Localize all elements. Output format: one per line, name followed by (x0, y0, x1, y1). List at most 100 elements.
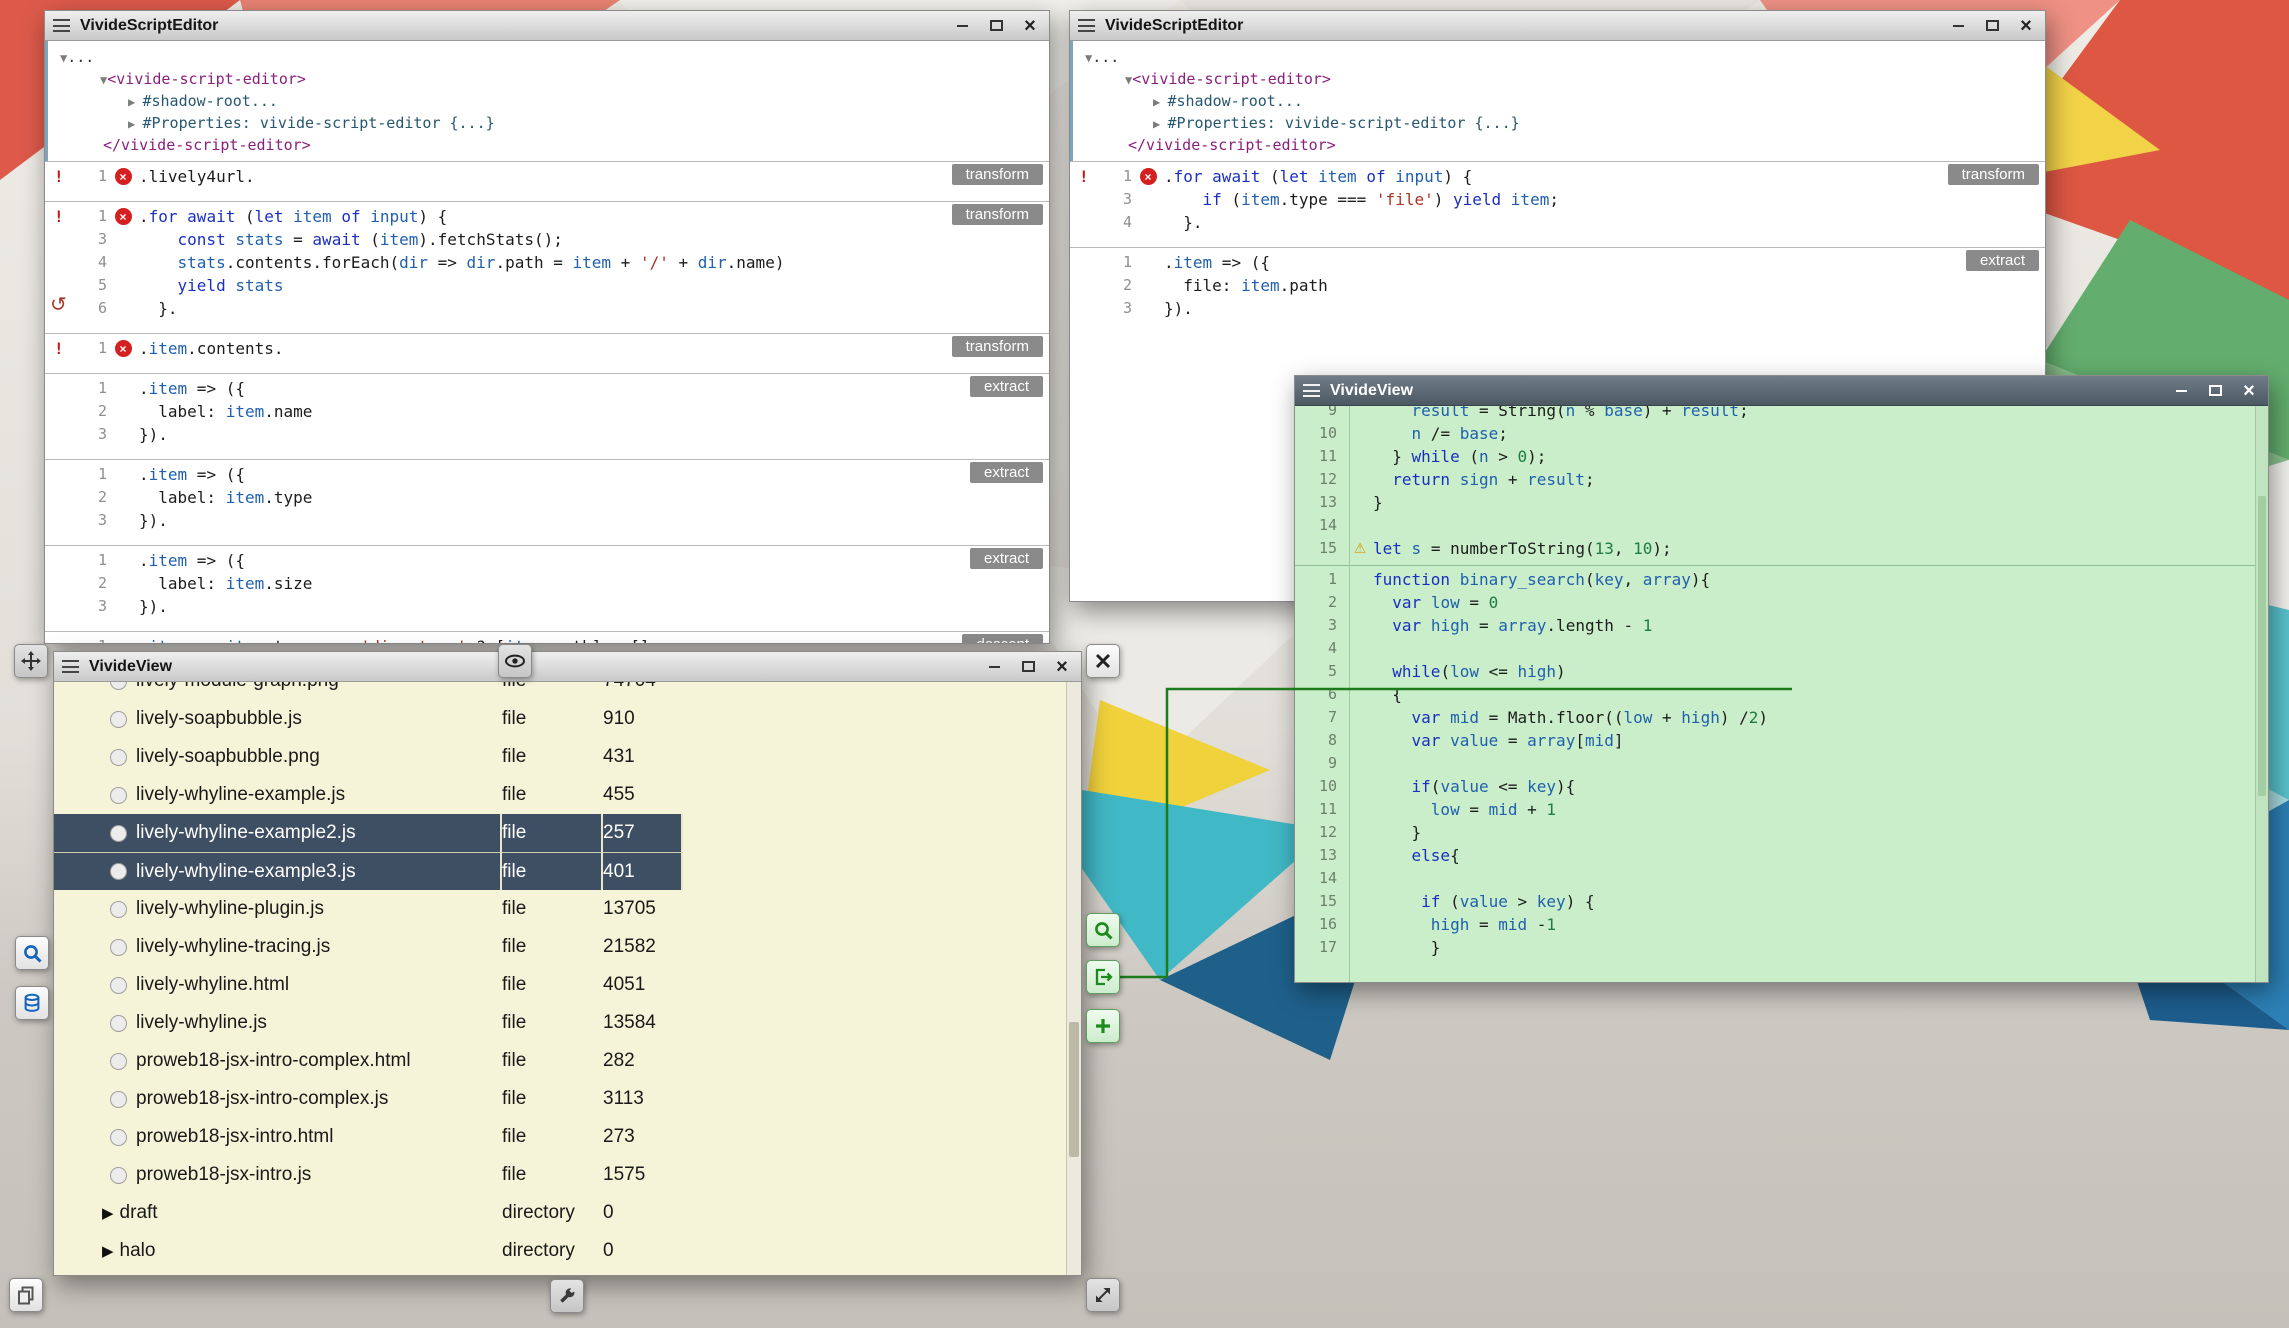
minimize-button[interactable] (951, 17, 973, 35)
script-type-badge[interactable]: transform (952, 164, 1043, 185)
file-row[interactable]: proweb18-jsx-intro.jsfile1575 (54, 1156, 683, 1194)
dom-tree-node[interactable]: ▼... (48, 47, 1049, 69)
window-vivide-view-code: VivideView × 9 result = String(n % base)… (1294, 375, 2269, 983)
dom-tree[interactable]: ▼...▼<vivide-script-editor>▶ #shadow-roo… (45, 41, 1049, 161)
maximize-button[interactable] (985, 17, 1007, 35)
dom-tree-node[interactable]: ▶ #Properties: vivide-script-editor {...… (1073, 113, 2045, 135)
search-button[interactable] (15, 936, 49, 970)
copy-icon (16, 1285, 36, 1305)
file-list-body: lively-module-graph.pngfile74704lively-s… (54, 682, 1081, 1275)
close-button[interactable]: × (2238, 382, 2260, 400)
close-button[interactable]: × (1019, 17, 1041, 35)
dom-tree-node[interactable]: </vivide-script-editor> (48, 135, 1049, 156)
script-section[interactable]: extract1.item => ({2 file: item.path3}). (1070, 247, 2045, 333)
file-name: proweb18-jsx-intro-complex.js (136, 1088, 388, 1110)
titlebar[interactable]: VivideView × (54, 652, 1081, 682)
dom-tree-node[interactable]: ▶ #shadow-root... (1073, 91, 2045, 113)
script-section[interactable]: transform!1×.for await (let item of inpu… (45, 201, 1049, 333)
script-type-badge[interactable]: transform (952, 204, 1043, 225)
script-type-badge[interactable]: extract (1966, 250, 2039, 271)
dom-tree-node[interactable]: ▼... (1073, 47, 2045, 69)
file-row[interactable]: lively-whyline.htmlfile4051 (54, 966, 683, 1004)
close-button[interactable]: × (2015, 17, 2037, 35)
code-section[interactable]: 1function binary_search(key, array){2 va… (1295, 565, 2268, 964)
window-title: VivideView (1330, 382, 1413, 400)
add-view-button[interactable] (1086, 1009, 1120, 1043)
scrollbar[interactable] (2255, 406, 2268, 982)
directory-row[interactable]: ▶halodirectory0 (54, 1232, 683, 1270)
script-section[interactable]: transform!1×.lively4url. (45, 161, 1049, 201)
file-row[interactable]: lively-whyline.jsfile13584 (54, 1004, 683, 1042)
titlebar[interactable]: VivideScriptEditor × (1070, 11, 2045, 41)
file-row[interactable]: proweb18-jsx-intro-complex.htmlfile282 (54, 1042, 683, 1080)
dom-tree-node[interactable]: </vivide-script-editor> (1073, 135, 2045, 156)
hamburger-menu-icon[interactable] (53, 19, 70, 32)
search-script-button[interactable] (1086, 913, 1120, 947)
script-section[interactable]: transform!1×.item.contents. (45, 333, 1049, 373)
dom-tree-node[interactable]: ▼<vivide-script-editor> (48, 69, 1049, 91)
script-section[interactable]: descent1.item => item.type === 'director… (45, 631, 1049, 643)
hamburger-menu-icon[interactable] (1303, 384, 1320, 397)
script-type-badge[interactable]: transform (952, 336, 1043, 357)
maximize-button[interactable] (1981, 17, 2003, 35)
maximize-button[interactable] (2204, 382, 2226, 400)
titlebar[interactable]: VivideScriptEditor × (45, 11, 1049, 41)
dom-tree-node[interactable]: ▼<vivide-script-editor> (1073, 69, 2045, 91)
tools-button[interactable] (550, 1279, 584, 1313)
script-section[interactable]: extract1.item => ({2 label: item.size3})… (45, 545, 1049, 631)
script-type-badge[interactable]: transform (1948, 164, 2039, 185)
minimize-button[interactable] (1947, 17, 1969, 35)
window-title: VivideView (89, 658, 172, 676)
directory-row[interactable]: ▶draftdirectory0 (54, 1194, 683, 1232)
file-row[interactable]: lively-whyline-example.jsfile455 (54, 776, 683, 814)
scrollbar-thumb[interactable] (1069, 1022, 1079, 1157)
script-type-badge[interactable]: extract (970, 548, 1043, 569)
file-row[interactable]: lively-whyline-example3.jsfile401 (54, 852, 683, 890)
titlebar[interactable]: VivideView × (1295, 376, 2268, 406)
magnifier-icon (22, 943, 43, 964)
drag-handle-button[interactable] (14, 644, 48, 678)
expand-triangle-icon[interactable]: ▶ (102, 1204, 114, 1222)
hamburger-menu-icon[interactable] (1078, 19, 1095, 32)
dom-tree-node[interactable]: ▶ #Properties: vivide-script-editor {...… (48, 113, 1049, 135)
file-name: draft (120, 1202, 158, 1224)
script-section[interactable]: extract1.item => ({2 label: item.type3})… (45, 459, 1049, 545)
preview-button[interactable] (498, 644, 532, 678)
file-row[interactable]: lively-whyline-example2.jsfile257 (54, 814, 683, 852)
file-size: 0 (603, 1232, 683, 1270)
code-view-body[interactable]: 9 result = String(n % base) + result;10 … (1295, 406, 2268, 982)
file-row[interactable]: lively-soapbubble.jsfile910 (54, 700, 683, 738)
expand-triangle-icon[interactable]: ▶ (102, 1242, 114, 1260)
file-row[interactable]: proweb18-jsx-intro.htmlfile273 (54, 1118, 683, 1156)
dom-tree-node[interactable]: ▶ #shadow-root... (48, 91, 1049, 113)
file-row[interactable]: lively-whyline-plugin.jsfile13705 (54, 890, 683, 928)
script-type-badge[interactable]: descent (962, 634, 1043, 643)
scrollbar-thumb[interactable] (2258, 496, 2266, 796)
script-type-badge[interactable]: extract (970, 462, 1043, 483)
script-section[interactable]: transform!1×.for await (let item of inpu… (1070, 161, 2045, 247)
data-source-button[interactable] (15, 986, 49, 1020)
file-bullet-icon (110, 939, 127, 956)
code-section[interactable]: 9 result = String(n % base) + result;10 … (1295, 406, 2268, 565)
undo-icon[interactable]: ↺ (50, 292, 67, 317)
file-row[interactable]: lively-whyline-tracing.jsfile21582 (54, 928, 683, 966)
resize-button[interactable] (1086, 1278, 1120, 1312)
magnifier-icon (1093, 920, 1114, 941)
close-view-button[interactable] (1086, 644, 1120, 678)
desktop: VivideScriptEditor × ▼...▼<vivide-script… (0, 0, 2289, 1328)
script-type-badge[interactable]: extract (970, 376, 1043, 397)
maximize-button[interactable] (1017, 658, 1039, 676)
file-row[interactable]: index.htmlfile231 (54, 1270, 683, 1275)
file-row[interactable]: lively-module-graph.pngfile74704 (54, 682, 683, 700)
file-row[interactable]: lively-soapbubble.pngfile431 (54, 738, 683, 776)
minimize-button[interactable] (983, 658, 1005, 676)
export-connection-button[interactable] (1086, 960, 1120, 994)
dom-tree[interactable]: ▼...▼<vivide-script-editor>▶ #shadow-roo… (1070, 41, 2045, 161)
script-section[interactable]: extract1.item => ({2 label: item.name3})… (45, 373, 1049, 459)
close-button[interactable]: × (1051, 658, 1073, 676)
file-row[interactable]: proweb18-jsx-intro-complex.jsfile3113 (54, 1080, 683, 1118)
duplicate-button[interactable] (9, 1278, 43, 1312)
minimize-button[interactable] (2170, 382, 2192, 400)
scrollbar[interactable] (1066, 682, 1081, 1275)
hamburger-menu-icon[interactable] (62, 660, 79, 673)
